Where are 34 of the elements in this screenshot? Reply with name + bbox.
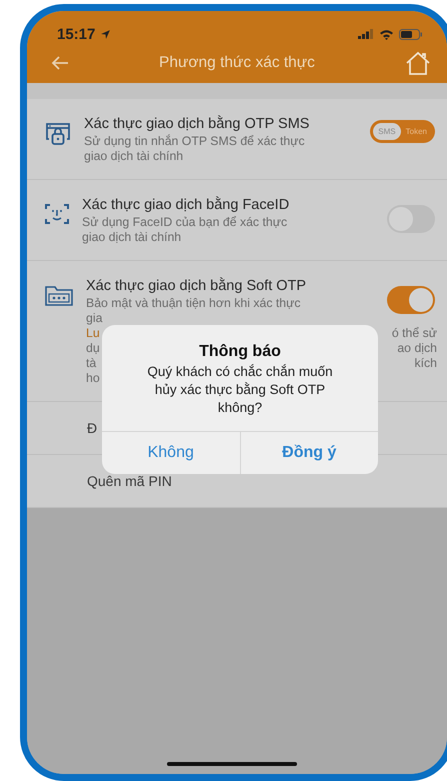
note-text: ao dịch	[397, 341, 437, 356]
screen-title: Phương thức xác thực	[159, 54, 315, 72]
lock-window-icon	[45, 122, 71, 146]
method-title: Xác thực giao dịch bằng Soft OTP	[86, 278, 308, 294]
location-arrow-icon	[100, 28, 112, 40]
battery-icon	[399, 28, 423, 40]
face-scan-icon	[45, 203, 69, 225]
method-description: gia	[86, 311, 104, 326]
dialog-message: Quý khách có chắc chắn muốn hủy xác thực bằng Soft OTP không?	[146, 363, 334, 417]
status-time: 15:17	[57, 26, 96, 42]
password-folder-icon	[45, 284, 73, 306]
segment-option[interactable]: SMS	[373, 123, 401, 140]
method-title: Xác thực giao dịch bằng OTP SMS	[84, 116, 310, 132]
method-description: Bảo mật và thuận tiện hơn khi xác thực	[86, 296, 302, 311]
confirm-button[interactable]: Đồng ý	[240, 432, 378, 474]
note-text: Lu	[86, 326, 100, 341]
note-text: dụ	[86, 341, 100, 356]
method-description: Sử dụng tin nhắn OTP SMS để xác thực	[84, 134, 306, 149]
method-title: Xác thực giao dịch bằng FaceID	[82, 197, 290, 213]
dialog-title: Thông báo	[199, 343, 281, 361]
segment-option[interactable]: Token	[400, 123, 432, 140]
home-icon[interactable]	[404, 51, 431, 75]
method-description: Sử dụng FaceID của bạn để xác thực	[82, 215, 288, 230]
back-arrow-icon[interactable]	[51, 56, 69, 70]
note-text: tà	[86, 356, 96, 371]
signal-icon	[358, 29, 374, 39]
segmented-switch[interactable]: SMS Token	[370, 120, 435, 143]
wifi-icon	[379, 28, 394, 40]
method-description: giao dịch tài chính	[84, 149, 184, 164]
toggle-switch[interactable]	[387, 286, 435, 314]
note-text: kích	[414, 356, 437, 371]
note-text: ho	[86, 371, 100, 386]
note-text: ó thể sử	[392, 326, 437, 341]
method-description: giao dịch tài chính	[82, 230, 182, 245]
